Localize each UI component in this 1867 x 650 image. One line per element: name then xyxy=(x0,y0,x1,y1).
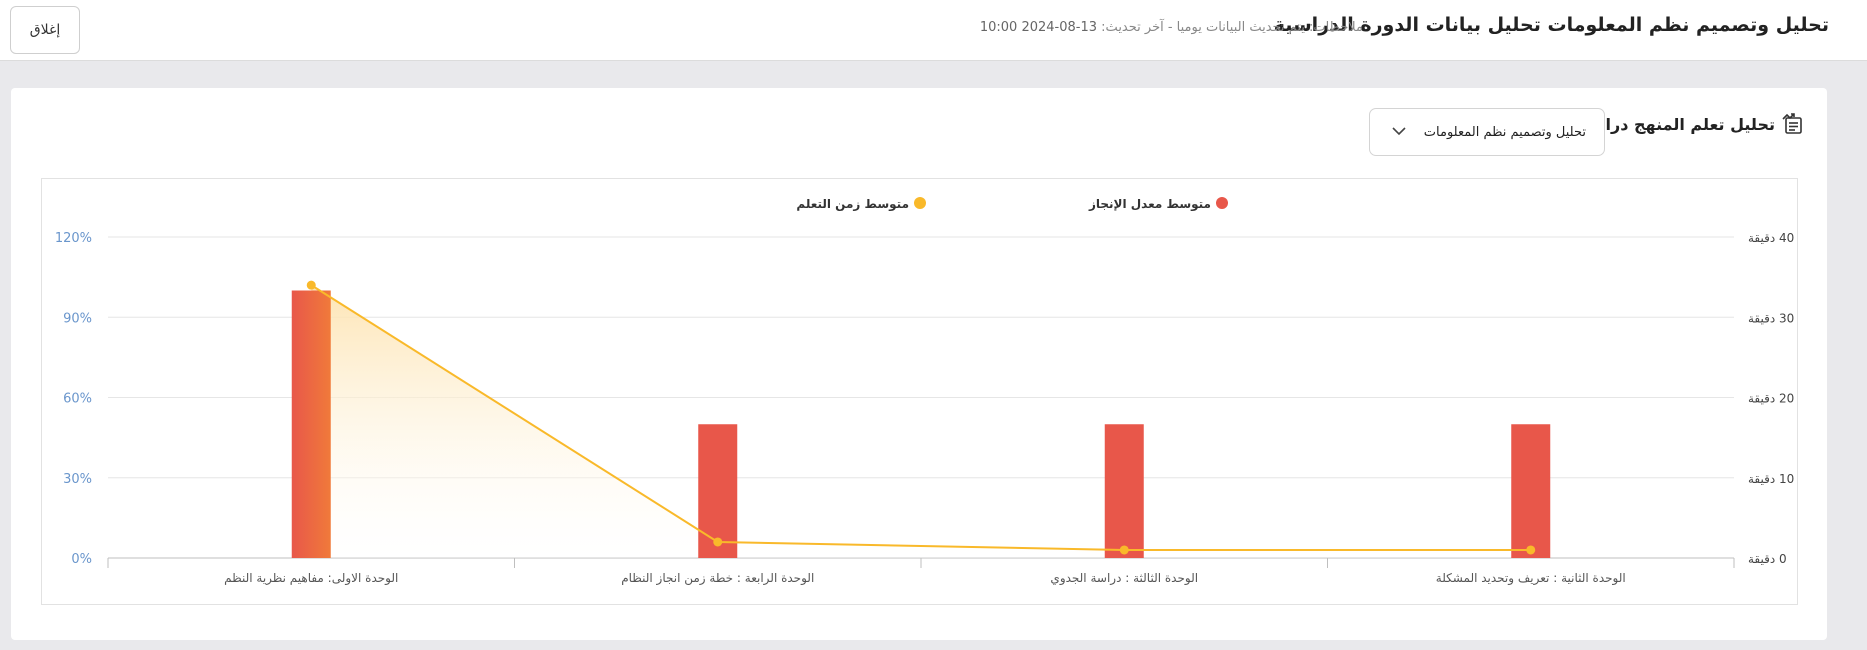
bar xyxy=(1104,424,1144,558)
analysis-card: تحليل تعلم المنهج دراسي تحليل وتصميم نظم… xyxy=(11,88,1827,640)
left-axis-tick: 60% xyxy=(63,392,92,407)
right-axis-tick: 30 دقيقة xyxy=(1748,311,1794,325)
x-axis-label: الوحدة الاولى: مفاهيم نظرية النظم xyxy=(224,571,398,586)
analysis-icon xyxy=(1781,112,1805,136)
bar xyxy=(1511,424,1551,558)
legend-marker-line xyxy=(914,197,926,209)
course-select-value: تحليل وتصميم نظم المعلومات xyxy=(1423,124,1586,140)
chart-frame: 0% 30% 60% 90% 120% 0 دقيقة 10 دقيقة 20 دقيقة 30… xyxy=(41,178,1798,605)
top-bar: تحليل وتصميم نظم المعلومات تحليل بيانات … xyxy=(0,0,1867,61)
right-axis-tick: 20 دقيقة xyxy=(1748,392,1794,406)
line-area-fill xyxy=(311,285,1531,558)
right-axis-tick: 10 دقيقة xyxy=(1748,472,1794,486)
card-header: تحليل تعلم المنهج دراسي xyxy=(1574,112,1805,136)
chevron-down-icon xyxy=(1392,125,1406,140)
left-axis-tick: 90% xyxy=(63,311,92,326)
last-update-value: 13-08-2024 10:00 xyxy=(979,20,1098,35)
x-axis-label: الوحدة الثالثة : دراسة الجدوي xyxy=(1050,571,1198,586)
right-axis-tick: 40 دقيقة xyxy=(1748,231,1794,245)
close-button[interactable]: إغلاق xyxy=(10,6,80,54)
left-axis-tick: 0% xyxy=(71,552,92,567)
combo-chart: 0% 30% 60% 90% 120% 0 دقيقة 10 دقيقة 20 دقيقة 30… xyxy=(55,197,1794,586)
x-axis-label: الوحدة الرابعة : خطة زمن انجاز النظام xyxy=(621,571,814,586)
legend-marker-bar xyxy=(1216,197,1228,209)
left-axis-tick: 30% xyxy=(63,472,92,487)
legend-label-bar: متوسط معدل الإنجاز xyxy=(1088,197,1211,212)
update-notes: ملاحظات: يتم تحديث البيانات يوميا - آخر … xyxy=(980,20,1363,35)
line-point xyxy=(1526,545,1536,555)
course-select[interactable]: تحليل وتصميم نظم المعلومات xyxy=(1369,108,1605,156)
x-axis-label: الوحدة الثانية : تعريف وتحديد المشكلة xyxy=(1436,571,1626,586)
right-axis-tick: 0 دقيقة xyxy=(1748,552,1787,566)
notes-label: ملاحظات: يتم تحديث البيانات يوميا - آخر … xyxy=(1101,20,1363,35)
line-point xyxy=(1119,545,1129,555)
legend-label-line: متوسط زمن التعلم xyxy=(796,197,909,212)
line-point xyxy=(713,537,723,547)
line-point xyxy=(306,280,316,290)
bar xyxy=(291,290,331,558)
left-axis-tick: 120% xyxy=(55,231,92,246)
